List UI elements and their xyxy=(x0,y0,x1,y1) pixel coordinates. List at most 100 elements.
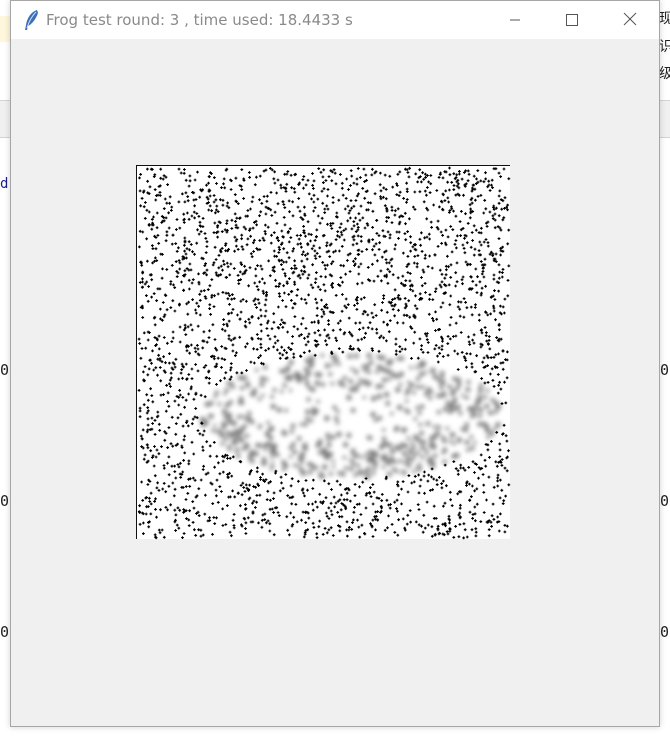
noise-dot xyxy=(383,528,387,532)
blurred-dot xyxy=(316,399,320,404)
blurred-dot xyxy=(377,415,383,421)
noise-dot xyxy=(358,485,361,489)
noise-dot xyxy=(423,526,427,530)
noise-dot xyxy=(402,313,406,317)
noise-dot xyxy=(456,234,459,238)
noise-dot xyxy=(507,228,511,232)
noise-dot xyxy=(304,327,308,330)
noise-dot xyxy=(466,222,470,225)
noise-dot xyxy=(495,431,499,434)
noise-dot xyxy=(233,249,236,253)
close-button[interactable] xyxy=(607,1,653,39)
noise-dot xyxy=(422,474,426,478)
blurred-dot xyxy=(470,415,474,419)
noise-dot xyxy=(499,175,502,178)
noise-dot xyxy=(490,183,493,187)
noise-dot xyxy=(498,189,502,193)
noise-dot xyxy=(452,188,456,191)
noise-dot xyxy=(306,276,310,280)
noise-dot xyxy=(302,535,306,539)
noise-dot xyxy=(157,334,161,338)
blurred-dot xyxy=(315,372,321,378)
blurred-dot xyxy=(270,403,276,410)
noise-dot xyxy=(337,198,341,202)
noise-dot xyxy=(474,198,477,202)
blurred-dot xyxy=(478,407,484,413)
noise-dot xyxy=(215,383,218,386)
blurred-dot xyxy=(307,469,313,475)
noise-dot xyxy=(505,439,509,443)
noise-dot xyxy=(191,278,195,281)
noise-dot xyxy=(438,205,441,209)
blurred-dot xyxy=(303,421,308,427)
noise-dot xyxy=(320,189,324,193)
noise-dot xyxy=(459,466,463,470)
noise-dot xyxy=(170,340,174,343)
noise-dot xyxy=(286,528,290,532)
noise-dot xyxy=(319,170,323,174)
maximize-button[interactable] xyxy=(549,1,595,39)
noise-dot xyxy=(143,365,147,368)
noise-dot xyxy=(207,208,211,212)
noise-dot xyxy=(443,501,447,505)
blurred-dot xyxy=(436,410,441,415)
frog-canvas[interactable] xyxy=(136,165,511,540)
noise-dot xyxy=(501,305,505,309)
noise-dot xyxy=(340,181,344,185)
noise-dot xyxy=(266,334,270,337)
noise-dot xyxy=(244,527,247,530)
noise-dot xyxy=(493,298,497,301)
minimize-button[interactable] xyxy=(492,1,538,39)
noise-dot xyxy=(471,280,475,283)
noise-dot xyxy=(316,214,320,218)
noise-dot xyxy=(217,254,221,257)
blurred-dot xyxy=(420,439,427,445)
noise-dot xyxy=(153,474,157,478)
blurred-dot xyxy=(473,441,477,445)
noise-dot xyxy=(490,178,494,182)
noise-dot xyxy=(310,197,313,201)
blurred-dot xyxy=(366,352,372,359)
blurred-dot xyxy=(419,430,424,436)
noise-dot xyxy=(150,218,154,221)
noise-dot xyxy=(255,223,258,227)
noise-dot xyxy=(475,487,479,491)
blurred-dot xyxy=(380,443,386,448)
noise-dot xyxy=(285,515,289,519)
blurred-dot xyxy=(484,403,490,409)
noise-dot xyxy=(462,297,466,300)
noise-dot xyxy=(213,294,216,298)
noise-dot xyxy=(283,348,286,352)
noise-dot xyxy=(227,319,231,323)
blurred-dot xyxy=(349,466,354,472)
blurred-dot xyxy=(297,456,302,461)
noise-dot xyxy=(232,297,236,300)
blurred-dot xyxy=(396,356,401,361)
noise-dot xyxy=(151,247,155,250)
title-bar[interactable]: Frog test round: 3 , time used: 18.4433 … xyxy=(11,1,659,39)
blurred-dot xyxy=(213,394,217,399)
blurred-dot xyxy=(204,401,210,407)
noise-dot xyxy=(339,222,343,226)
noise-dot xyxy=(168,195,172,199)
noise-dot xyxy=(327,528,331,532)
noise-dot xyxy=(193,216,196,220)
blurred-dot xyxy=(358,378,362,382)
blurred-dot xyxy=(470,406,475,411)
noise-dot xyxy=(286,330,289,334)
noise-dot xyxy=(147,367,151,371)
noise-dot xyxy=(425,193,428,197)
noise-dot xyxy=(403,211,407,215)
noise-dot xyxy=(222,263,226,266)
noise-dot xyxy=(349,184,352,187)
noise-dot xyxy=(436,219,440,223)
noise-dot xyxy=(479,243,483,247)
noise-dot xyxy=(255,494,259,497)
noise-dot xyxy=(154,455,158,459)
blurred-dot xyxy=(385,401,391,406)
noise-dot xyxy=(382,297,385,300)
noise-dot xyxy=(475,502,479,506)
noise-dot xyxy=(257,316,260,320)
noise-dot xyxy=(156,373,159,377)
noise-dot xyxy=(167,455,171,459)
